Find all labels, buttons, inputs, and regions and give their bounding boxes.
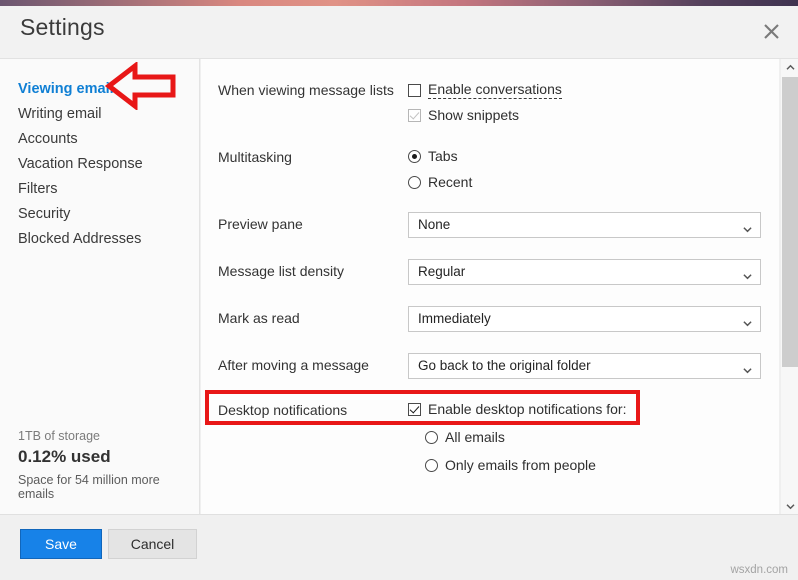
select-mark-as-read[interactable]: Immediately [408, 306, 761, 332]
sidebar-item-vacation-response[interactable]: Vacation Response [18, 156, 143, 172]
row-label: When viewing message lists [218, 82, 394, 98]
checkbox-box-icon[interactable] [408, 108, 421, 122]
radio-recent[interactable]: Recent [408, 174, 472, 190]
select-value: Immediately [418, 311, 491, 326]
row-label: Message list density [218, 263, 345, 279]
select-value: Go back to the original folder [418, 358, 591, 373]
storage-summary: 1TB of storage 0.12% used Space for 54 m… [0, 429, 199, 515]
row-label: Multitasking [218, 149, 292, 165]
checkbox-label: Show snippets [428, 107, 520, 123]
chevron-down-icon[interactable] [781, 498, 798, 515]
save-button[interactable]: Save [20, 529, 102, 559]
radio-only-emails-from-people[interactable]: Only emails from people [425, 457, 596, 473]
checkbox-box-icon[interactable] [408, 83, 421, 97]
sidebar-item-accounts[interactable]: Accounts [18, 131, 78, 147]
window-header: Settings [0, 6, 798, 59]
radio-circle-icon[interactable] [425, 458, 438, 472]
storage-total-label: 1TB of storage [18, 429, 100, 443]
select-after-moving-a-message[interactable]: Go back to the original folder [408, 353, 761, 379]
page-title: Settings [20, 14, 105, 40]
radio-circle-icon[interactable] [425, 430, 438, 444]
chevron-down-icon [743, 362, 752, 374]
sidebar-item-writing-email[interactable]: Writing email [18, 106, 102, 122]
cancel-button[interactable]: Cancel [108, 529, 197, 559]
select-message-list-density[interactable]: Regular [408, 259, 761, 285]
select-value: None [418, 217, 451, 232]
checkbox-enable-desktop-notifications[interactable]: Enable desktop notifications for: [408, 401, 626, 417]
row-label: After moving a message [218, 357, 369, 373]
checkbox-show-snippets[interactable]: Show snippets [408, 107, 519, 123]
sidebar-item-blocked-addresses[interactable]: Blocked Addresses [18, 231, 141, 247]
storage-used-label: 0.12% used [18, 447, 111, 466]
select-preview-pane[interactable]: None [408, 212, 761, 238]
vertical-scrollbar[interactable] [780, 59, 798, 515]
row-label: Preview pane [218, 216, 303, 232]
checkbox-enable-conversations[interactable]: Enable conversations [408, 81, 562, 99]
close-icon[interactable] [752, 12, 790, 50]
sidebar: Viewing email Writing email Accounts Vac… [0, 59, 200, 515]
radio-label: Tabs [428, 148, 458, 164]
footer-bar: Save Cancel wsxdn.com [0, 514, 798, 580]
radio-label: Recent [428, 174, 473, 190]
row-label: Desktop notifications [218, 402, 348, 418]
storage-note-label: Space for 54 million more emails [18, 473, 160, 501]
watermark-label: wsxdn.com [730, 564, 788, 576]
sidebar-item-security[interactable]: Security [18, 206, 70, 222]
select-value: Regular [418, 264, 466, 279]
radio-label: Only emails from people [445, 457, 596, 473]
chevron-down-icon [743, 221, 752, 233]
radio-circle-icon[interactable] [408, 149, 421, 163]
row-label: Mark as read [218, 310, 300, 326]
checkbox-label: Enable desktop notifications for: [428, 401, 627, 417]
sidebar-item-viewing-email[interactable]: Viewing email [18, 81, 114, 97]
radio-all-emails[interactable]: All emails [425, 429, 505, 445]
sidebar-item-filters[interactable]: Filters [18, 181, 57, 197]
chevron-up-icon[interactable] [781, 59, 798, 76]
radio-label: All emails [445, 429, 505, 445]
checkbox-box-icon[interactable] [408, 402, 421, 416]
chevron-down-icon [743, 315, 752, 327]
settings-pane: When viewing message lists Enable conver… [201, 59, 779, 515]
checkbox-label: Enable conversations [428, 81, 562, 99]
radio-tabs[interactable]: Tabs [408, 148, 458, 164]
radio-circle-icon[interactable] [408, 175, 421, 189]
chevron-down-icon [743, 268, 752, 280]
scrollbar-thumb[interactable] [782, 77, 798, 367]
